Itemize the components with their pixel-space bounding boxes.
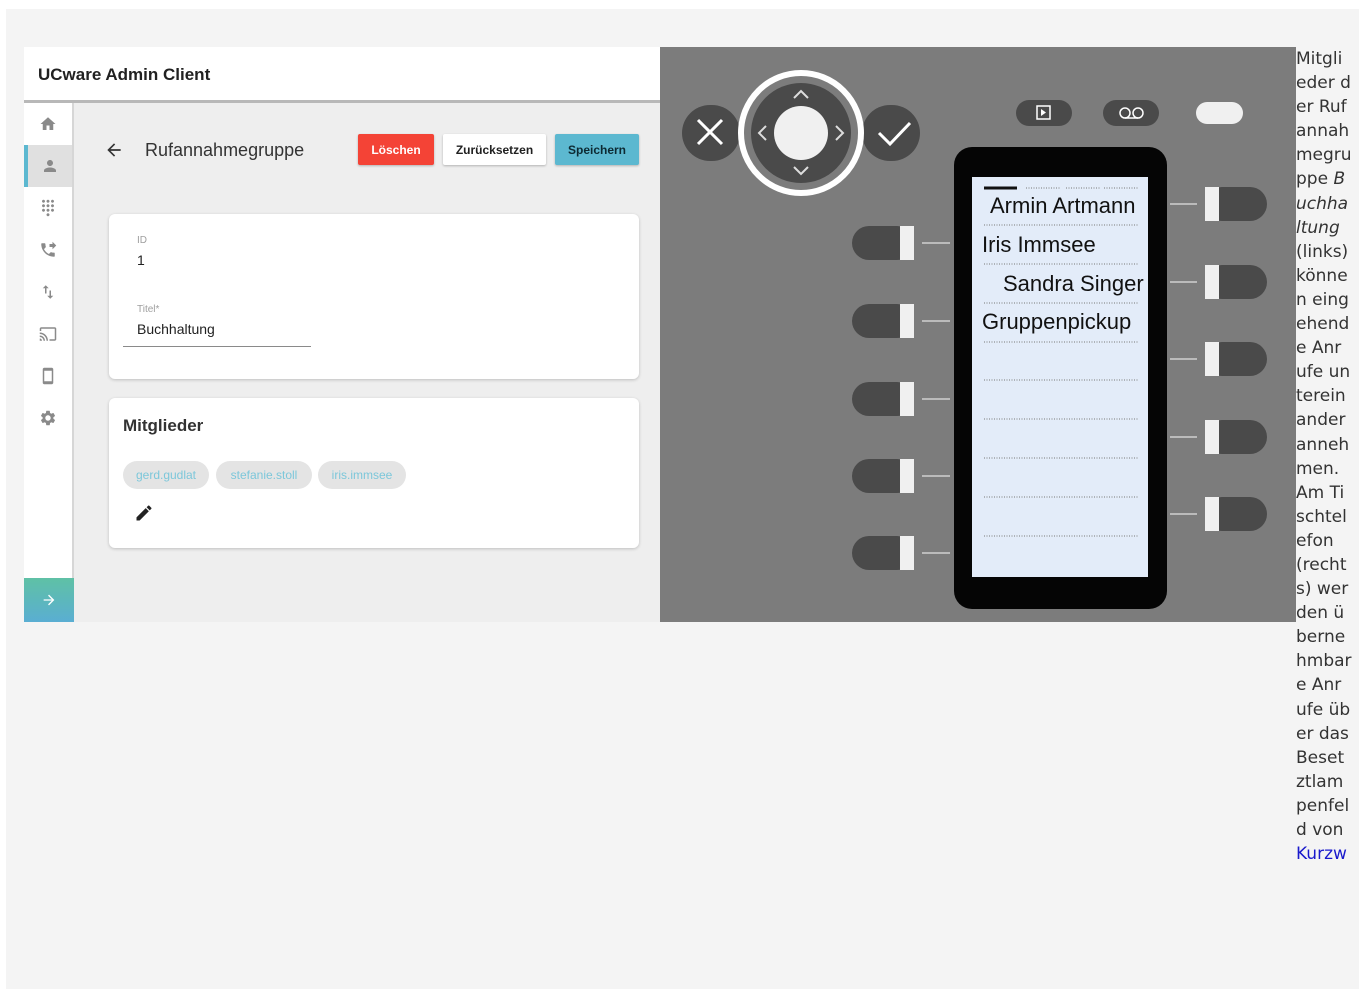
title-field-underline [123, 346, 311, 347]
cast-icon [39, 327, 57, 341]
title-field[interactable]: Buchhaltung [137, 321, 215, 337]
sidebar-item-home[interactable] [24, 103, 72, 145]
member-chip[interactable]: stefanie.stoll [216, 461, 312, 489]
pencil-icon [136, 505, 152, 521]
main-content: Rufannahmegruppe Löschen Zurücksetzen Sp… [74, 106, 660, 622]
home-icon [40, 117, 56, 130]
dialpad-icon [42, 199, 54, 217]
members-card: Mitglieder gerd.gudlat stefanie.stoll ir… [109, 398, 639, 548]
member-chip[interactable]: gerd.gudlat [123, 461, 209, 489]
voicemail-key [1103, 100, 1159, 126]
display-line: Gruppenpickup [982, 309, 1132, 334]
display-line: Iris Immsee [982, 232, 1096, 257]
id-label: ID [137, 235, 147, 246]
nav-center-key [774, 106, 828, 160]
title-label: Titel* [137, 304, 160, 315]
phone-device-icon [42, 367, 54, 385]
group-details-card: ID 1 Titel* Buchhaltung [109, 214, 639, 379]
arrow-right-icon [43, 594, 55, 606]
caption-link[interactable]: Kurzw [1296, 844, 1347, 864]
edit-members-button[interactable] [134, 503, 154, 523]
sidebar-item-swap[interactable] [24, 271, 72, 313]
expand-sidebar-button[interactable] [24, 578, 74, 622]
id-value: 1 [137, 252, 145, 268]
display-line: Sandra Singer [1003, 271, 1144, 296]
save-button[interactable]: Speichern [555, 134, 639, 165]
display-line: Armin Artmann [990, 193, 1136, 218]
figure-caption: Mitglieder der Rufannahmegruppe Buchhalt… [1296, 47, 1352, 866]
user-icon [44, 160, 56, 172]
app-header: UCware Admin Client [24, 47, 660, 103]
sidebar-item-settings[interactable] [24, 397, 72, 439]
call-forward-icon [41, 241, 57, 257]
sidebar [24, 103, 74, 622]
swap-vert-icon [42, 285, 54, 299]
member-chip[interactable]: iris.immsee [318, 461, 406, 489]
sidebar-item-cast[interactable] [24, 313, 72, 355]
phone-drawing [682, 70, 1267, 609]
ok-key [862, 105, 920, 161]
admin-client-screenshot: UCware Admin Client Rufannahmegruppe Lös… [24, 47, 660, 622]
desk-phone-illustration: Armin Artmann Iris Immsee Sandra Singer … [660, 47, 1296, 622]
sidebar-item-call-forward[interactable] [24, 229, 72, 271]
members-title: Mitglieder [123, 416, 204, 435]
sidebar-item-users[interactable] [24, 145, 72, 187]
right-blf-keys [1170, 187, 1267, 531]
delete-button[interactable]: Löschen [358, 134, 434, 165]
blank-key [1196, 102, 1243, 124]
caption-text: (links) können eingehende Anrufe unterei… [1296, 241, 1352, 840]
arrow-back-icon [107, 143, 121, 157]
settings-icon [40, 410, 56, 426]
page-title: Rufannahmegruppe [145, 140, 305, 160]
app-title: UCware Admin Client [38, 65, 211, 84]
sidebar-item-devices[interactable] [24, 355, 72, 397]
sidebar-item-dialpad[interactable] [24, 187, 72, 229]
back-button[interactable] [104, 140, 126, 162]
left-blf-keys [852, 226, 950, 570]
reset-button[interactable]: Zurücksetzen [443, 134, 546, 165]
